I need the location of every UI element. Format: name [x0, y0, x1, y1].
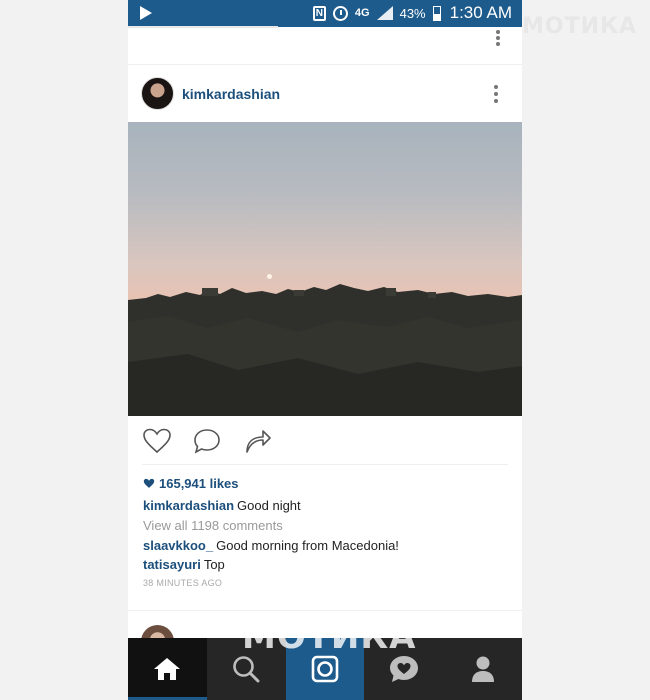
comment-text: Top: [203, 557, 225, 572]
battery-percent: 43%: [399, 5, 426, 21]
comment-icon[interactable]: [192, 428, 222, 459]
status-bar: N 4G 43% 1:30 AM: [128, 0, 522, 27]
more-options-icon[interactable]: [494, 85, 498, 106]
tab-profile[interactable]: [443, 638, 522, 700]
tab-home[interactable]: [128, 638, 207, 700]
likes-count[interactable]: 165,941 likes: [143, 476, 239, 491]
view-all-comments-link[interactable]: View all 1198 comments: [143, 518, 283, 533]
comment-username[interactable]: slaavkkoo_: [143, 538, 213, 553]
post-photo[interactable]: [128, 122, 522, 416]
actions-divider: [142, 464, 508, 465]
photo-landscape: [128, 284, 522, 416]
caption-text: Good night: [237, 498, 301, 513]
camera-icon: [311, 655, 339, 683]
status-time: 1:30 AM: [449, 3, 512, 22]
profile-icon: [471, 656, 494, 682]
caption-username[interactable]: kimkardashian: [143, 498, 234, 513]
post-header: kimkardashian: [128, 64, 522, 122]
watermark-bottom: МОТИКА: [242, 617, 417, 657]
phone-screen: N 4G 43% 1:30 AM kimkardashian 165,941 l…: [128, 0, 522, 700]
comment-username[interactable]: tatisayuri: [143, 557, 201, 572]
comment-row: slaavkkoo_ Good morning from Macedonia!: [143, 538, 399, 553]
previous-post-more-icon[interactable]: [496, 28, 500, 48]
likes-label: 165,941 likes: [159, 476, 239, 491]
post-caption: kimkardashian Good night: [143, 498, 301, 513]
moon: [267, 274, 272, 279]
search-icon: [233, 656, 260, 683]
heart-icon[interactable]: [142, 428, 172, 459]
previous-post-divider: [128, 26, 278, 28]
post-username[interactable]: kimkardashian: [182, 86, 280, 102]
play-icon: [140, 6, 152, 20]
lte-icon: 4G: [354, 7, 370, 19]
likes-heart-icon: [143, 478, 155, 488]
post-timestamp: 38 MINUTES AGO: [143, 578, 223, 588]
avatar[interactable]: [141, 77, 174, 110]
signal-icon: [376, 6, 393, 20]
comment-text: Good morning from Macedonia!: [216, 538, 399, 553]
post-actions: [128, 418, 522, 464]
alarm-icon: [332, 5, 348, 21]
watermark-top: МОТИКА: [522, 14, 638, 39]
share-icon[interactable]: [244, 428, 272, 459]
comment-row: tatisayuri Top: [143, 557, 225, 572]
home-icon: [154, 658, 181, 680]
nfc-icon: N: [312, 5, 326, 21]
status-icons: N 4G 43% 1:30 AM: [312, 3, 512, 23]
battery-icon: [432, 5, 441, 21]
activity-heart-icon: [389, 656, 418, 682]
